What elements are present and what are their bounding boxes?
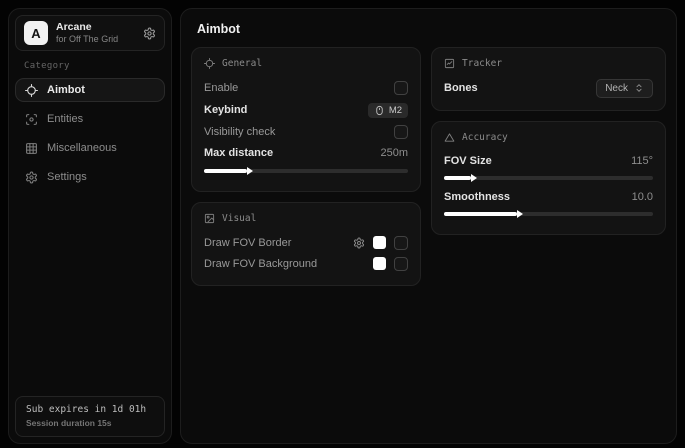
bones-value: Neck <box>605 83 628 94</box>
fov-size-slider[interactable] <box>444 176 653 180</box>
fov-background-color-swatch[interactable] <box>373 257 386 270</box>
general-card-header: General <box>204 58 408 69</box>
image-icon <box>204 213 215 224</box>
app-logo-card: A Arcane for Off The Grid <box>15 15 165 51</box>
card-title: Visual <box>222 213 256 224</box>
gear-icon[interactable] <box>143 27 156 40</box>
app-logo: A <box>24 21 48 45</box>
fov-background-label: Draw FOV Background <box>204 258 317 270</box>
bones-select[interactable]: Neck <box>596 79 653 98</box>
fov-border-row: Draw FOV Border <box>204 232 408 253</box>
gear-icon[interactable] <box>353 237 365 249</box>
max-distance-value: 250m <box>380 147 408 159</box>
bones-row: Bones Neck <box>444 77 653 99</box>
keybind-label: Keybind <box>204 104 247 116</box>
max-distance-slider-fill[interactable] <box>204 169 247 173</box>
visual-card-header: Visual <box>204 213 408 224</box>
keybind-button[interactable]: M2 <box>368 103 408 118</box>
sidebar-item-aimbot[interactable]: Aimbot <box>15 78 165 102</box>
fov-size-label: FOV Size <box>444 155 492 167</box>
smoothness-row: Smoothness 10.0 <box>444 187 653 206</box>
category-label: Category <box>24 61 156 71</box>
max-distance-label: Max distance <box>204 147 273 159</box>
crosshair-icon <box>204 58 215 69</box>
app-name: Arcane <box>56 21 135 34</box>
app-subtitle: for Off The Grid <box>56 34 135 45</box>
visual-card: Visual Draw FOV Border Draw FOV Backgrou… <box>191 202 421 286</box>
bones-label: Bones <box>444 82 478 94</box>
general-card: General Enable Keybind M2 V <box>191 47 421 192</box>
scan-eye-icon <box>25 113 38 126</box>
enable-row: Enable <box>204 77 408 99</box>
fov-background-row: Draw FOV Background <box>204 253 408 274</box>
fov-background-checkbox[interactable] <box>394 257 408 271</box>
card-title: Tracker <box>462 58 502 69</box>
page-title: Aimbot <box>181 9 676 47</box>
card-title: Accuracy <box>462 132 508 143</box>
accuracy-card-header: Accuracy <box>444 132 653 143</box>
sub-expires-text: Sub expires in 1d 01h <box>26 404 154 415</box>
visibility-check-label: Visibility check <box>204 126 275 138</box>
sidebar: A Arcane for Off The Grid Category Aimbo… <box>8 8 172 444</box>
sidebar-item-label: Settings <box>47 171 87 183</box>
sidebar-item-miscellaneous[interactable]: Miscellaneous <box>15 136 165 160</box>
smoothness-slider[interactable] <box>444 212 653 216</box>
gear-icon <box>25 171 38 184</box>
tracker-card-header: Tracker <box>444 58 653 69</box>
activity-square-icon <box>444 58 455 69</box>
smoothness-slider-fill[interactable] <box>444 212 517 216</box>
session-duration-text: Session duration 15s <box>26 418 154 428</box>
sidebar-item-label: Miscellaneous <box>47 142 117 154</box>
enable-checkbox[interactable] <box>394 81 408 95</box>
sidebar-item-label: Aimbot <box>47 84 85 96</box>
mouse-icon <box>374 105 385 116</box>
triangle-icon <box>444 132 455 143</box>
fov-size-value: 115° <box>631 155 653 167</box>
sidebar-item-label: Entities <box>47 113 83 125</box>
accuracy-card: Accuracy FOV Size 115° Smoothness 10.0 <box>431 121 666 235</box>
app-title-block: Arcane for Off The Grid <box>56 21 135 45</box>
keybind-row: Keybind M2 <box>204 99 408 121</box>
main-panel: Aimbot General Enable Keybind <box>180 8 677 444</box>
sidebar-item-settings[interactable]: Settings <box>15 165 165 189</box>
subscription-info-card: Sub expires in 1d 01h Session duration 1… <box>15 396 165 437</box>
visibility-check-row: Visibility check <box>204 121 408 143</box>
fov-border-label: Draw FOV Border <box>204 237 291 249</box>
crosshair-icon <box>25 84 38 97</box>
fov-size-row: FOV Size 115° <box>444 151 653 170</box>
fov-border-color-swatch[interactable] <box>373 236 386 249</box>
keybind-value: M2 <box>389 105 402 116</box>
fov-border-checkbox[interactable] <box>394 236 408 250</box>
grid-icon <box>25 142 38 155</box>
visibility-check-checkbox[interactable] <box>394 125 408 139</box>
smoothness-value: 10.0 <box>632 191 653 203</box>
tracker-card: Tracker Bones Neck <box>431 47 666 111</box>
fov-size-slider-fill[interactable] <box>444 176 471 180</box>
smoothness-label: Smoothness <box>444 191 510 203</box>
sidebar-item-entities[interactable]: Entities <box>15 107 165 131</box>
card-title: General <box>222 58 262 69</box>
chevrons-up-down-icon <box>634 83 644 93</box>
sidebar-nav: Aimbot Entities Miscellaneous Settings <box>9 78 171 189</box>
max-distance-slider[interactable] <box>204 169 408 173</box>
enable-label: Enable <box>204 82 238 94</box>
max-distance-row: Max distance 250m <box>204 143 408 163</box>
